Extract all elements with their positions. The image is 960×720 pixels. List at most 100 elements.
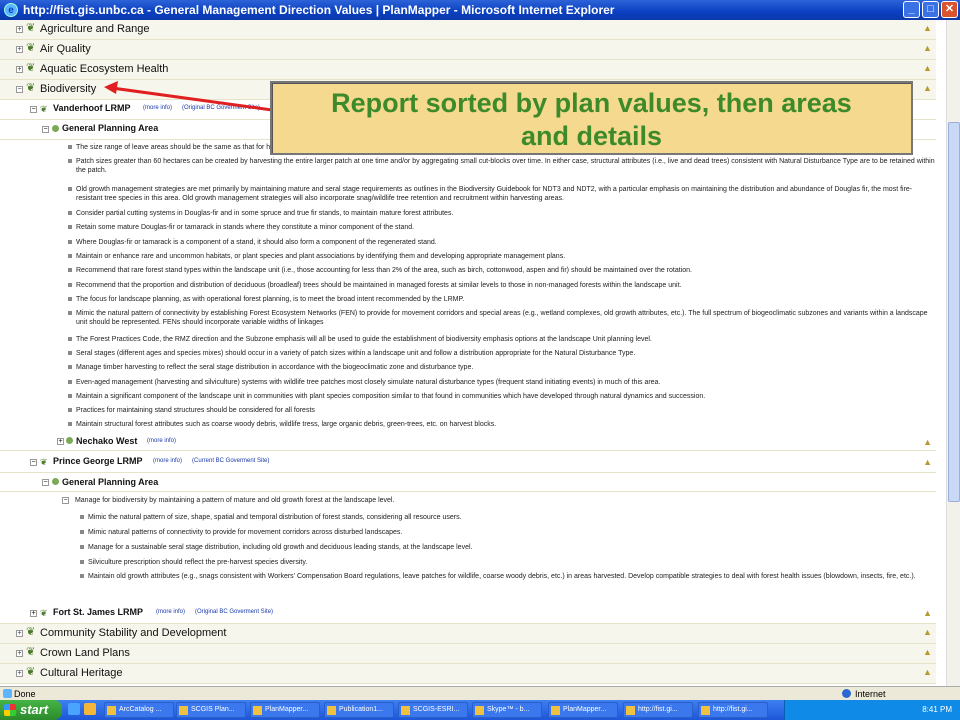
category-row[interactable]: + ❦ Aquatic Ecosystem Health ▲: [0, 60, 936, 80]
plan-value-text: Practices for maintaining stand structur…: [76, 407, 315, 414]
folder-quicklaunch-icon[interactable]: [84, 703, 96, 715]
bullet-icon: [68, 211, 72, 215]
ie-quicklaunch-icon[interactable]: [68, 703, 80, 715]
bullet-icon: [68, 297, 72, 301]
maximize-button[interactable]: □: [922, 1, 939, 18]
plan-value-item: Seral stages (different ages and species…: [68, 349, 936, 358]
start-button[interactable]: start: [0, 700, 62, 720]
windows-logo-icon: [4, 704, 16, 716]
plan-value-text: Maintain old growth attributes (e.g., sn…: [88, 573, 916, 580]
callout-box: Report sorted by plan values, then areas…: [270, 81, 913, 155]
taskbar-button[interactable]: http://fist.gi...: [623, 702, 693, 718]
category-row[interactable]: + ❦ Cultural Heritage ▲: [0, 664, 936, 684]
collapse-icon[interactable]: −: [42, 479, 49, 486]
plan-value-text: Silviculture prescription should reflect…: [88, 559, 308, 566]
bullet-icon: [68, 254, 72, 258]
up-arrow-icon[interactable]: ▲: [923, 648, 932, 657]
taskbar-button[interactable]: http://fist.gi...: [698, 702, 768, 718]
expand-icon[interactable]: +: [30, 610, 37, 617]
up-arrow-icon[interactable]: ▲: [923, 628, 932, 637]
category-label[interactable]: Aquatic Ecosystem Health: [40, 63, 168, 75]
category-label[interactable]: Air Quality: [40, 43, 91, 55]
expand-icon[interactable]: +: [16, 630, 23, 637]
category-label[interactable]: Crown Land Plans: [40, 647, 130, 659]
taskbar-button-label: SCGIS Plan...: [191, 706, 235, 713]
start-label: start: [20, 702, 49, 717]
plan-name[interactable]: Fort St. James LRMP: [53, 607, 143, 617]
window-title-bar: e http://fist.gis.unbc.ca - General Mana…: [0, 0, 960, 20]
more-info-link[interactable]: (more info): [147, 438, 176, 444]
collapse-icon[interactable]: −: [30, 106, 37, 113]
plan-value-item: Mimic the natural pattern of size, shape…: [80, 513, 936, 522]
more-info-link[interactable]: (more info): [143, 105, 172, 111]
collapse-icon[interactable]: −: [30, 459, 37, 466]
up-arrow-icon[interactable]: ▲: [923, 24, 932, 33]
category-row[interactable]: + ❦ Agriculture and Range ▲: [0, 20, 936, 40]
up-arrow-icon[interactable]: ▲: [923, 437, 932, 447]
collapse-icon[interactable]: −: [16, 86, 23, 93]
area-row[interactable]: − General Planning Area: [0, 474, 936, 492]
bullet-icon: [80, 515, 84, 519]
plan-value-text: Manage for a sustainable seral stage dis…: [88, 544, 473, 551]
taskbar-button[interactable]: ArcCatalog ...: [104, 702, 174, 718]
taskbar-button[interactable]: SCGIS-ESRI...: [398, 702, 468, 718]
more-info-link[interactable]: (more info): [153, 458, 182, 464]
plan-value-item: Manage for a sustainable seral stage dis…: [80, 543, 936, 552]
bullet-icon: [68, 422, 72, 426]
close-button[interactable]: ✕: [941, 1, 958, 18]
expand-icon[interactable]: +: [57, 438, 64, 445]
up-arrow-icon[interactable]: ▲: [923, 457, 932, 467]
collapse-icon[interactable]: −: [62, 497, 69, 504]
expand-icon[interactable]: +: [16, 26, 23, 33]
leaf-icon: ❦: [26, 666, 36, 678]
expand-icon[interactable]: +: [16, 66, 23, 73]
up-arrow-icon[interactable]: ▲: [923, 84, 932, 93]
plan-value-text: Manage for biodiversity by maintaining a…: [74, 497, 395, 504]
category-label[interactable]: Community Stability and Development: [40, 627, 226, 639]
plan-row[interactable]: − ❦ Prince George LRMP (more info) (Curr…: [0, 453, 936, 473]
area-bullet-icon: [52, 125, 59, 132]
up-arrow-icon[interactable]: ▲: [923, 44, 932, 53]
site-link[interactable]: (Current BC Goverment Site): [192, 458, 269, 464]
area-row[interactable]: + Nechako West (more info) ▲: [0, 433, 936, 451]
expand-icon[interactable]: +: [16, 650, 23, 657]
plan-name[interactable]: Prince George LRMP: [53, 456, 143, 466]
plan-name[interactable]: Vanderhoof LRMP: [53, 103, 131, 113]
taskbar-button-label: Skype™ - b...: [487, 706, 530, 713]
globe-icon: [842, 689, 851, 698]
collapse-icon[interactable]: −: [42, 126, 49, 133]
up-arrow-icon[interactable]: ▲: [923, 668, 932, 677]
site-link[interactable]: (Original BC Goverment Site): [182, 105, 260, 111]
taskbar-button[interactable]: Skype™ - b...: [472, 702, 542, 718]
more-info-link[interactable]: (more info): [156, 609, 185, 615]
taskbar-button[interactable]: Publication1...: [324, 702, 394, 718]
category-label[interactable]: Biodiversity: [40, 83, 96, 95]
up-arrow-icon[interactable]: ▲: [923, 64, 932, 73]
category-row[interactable]: + ❦ Air Quality ▲: [0, 40, 936, 60]
bullet-icon: [68, 408, 72, 412]
plan-row[interactable]: + ❦ Fort St. James LRMP (more info) (Ori…: [0, 604, 936, 624]
system-tray: 8:41 PM: [784, 700, 960, 720]
plan-value-item: Recommend that the proportion and distri…: [68, 281, 936, 290]
taskbar-button[interactable]: PlanMapper...: [548, 702, 618, 718]
taskbar-button[interactable]: PlanMapper...: [250, 702, 320, 718]
bullet-icon: [68, 225, 72, 229]
site-link[interactable]: (Original BC Goverment Site): [195, 609, 273, 615]
leaf-icon: ❦: [26, 646, 36, 658]
expand-icon[interactable]: +: [16, 46, 23, 53]
minimize-button[interactable]: _: [903, 1, 920, 18]
up-arrow-icon[interactable]: ▲: [923, 608, 932, 618]
plan-value-text: Even-aged management (harvesting and sil…: [76, 379, 661, 386]
area-name[interactable]: Nechako West: [76, 436, 137, 446]
leaf-icon: ❦: [40, 457, 48, 467]
category-row[interactable]: + ❦ Crown Land Plans ▲: [0, 644, 936, 664]
vertical-scrollbar[interactable]: [946, 20, 960, 686]
plan-value-text: Old growth management strategies are met…: [76, 186, 913, 202]
category-row[interactable]: + ❦ Community Stability and Development …: [0, 624, 936, 644]
category-label[interactable]: Agriculture and Range: [40, 23, 149, 35]
leaf-icon: ❦: [26, 42, 36, 54]
category-label[interactable]: Cultural Heritage: [40, 667, 123, 679]
scrollbar-thumb[interactable]: [948, 122, 960, 502]
expand-icon[interactable]: +: [16, 670, 23, 677]
taskbar-button[interactable]: SCGIS Plan...: [176, 702, 246, 718]
